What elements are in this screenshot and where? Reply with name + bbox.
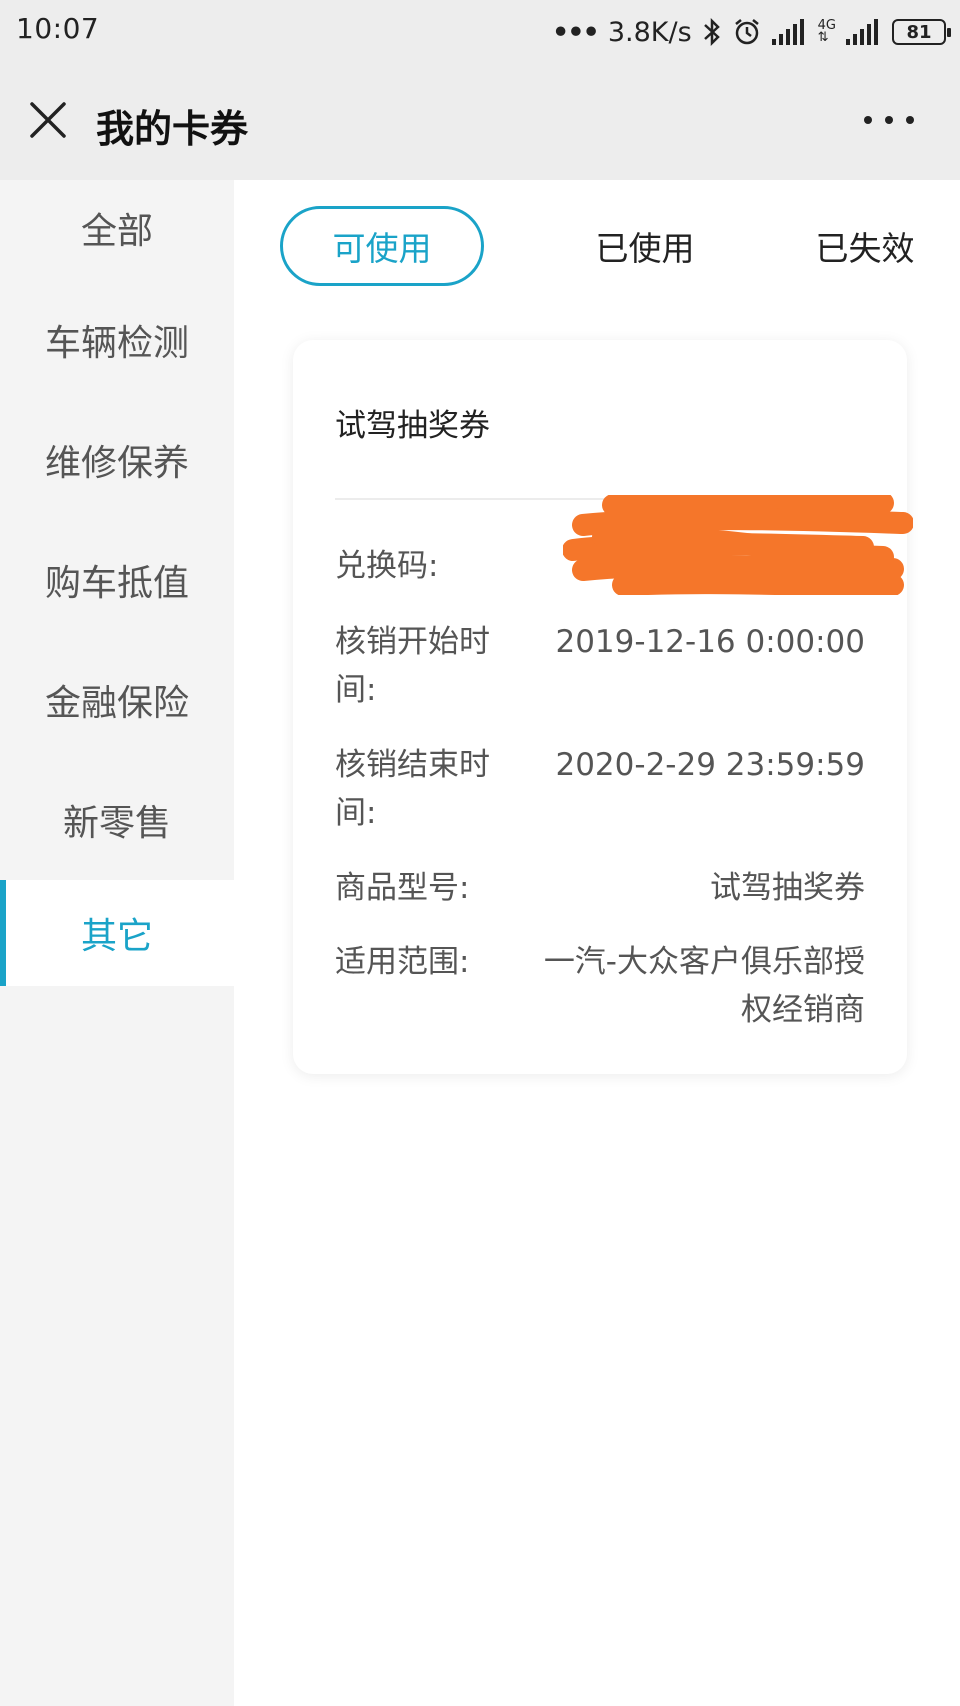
coupon-status-tabs: 可使用 已使用 已失效 [280, 206, 930, 286]
more-dot [885, 116, 893, 124]
sidebar-item-new-retail[interactable]: 新零售 [0, 760, 234, 880]
page-title: 我的卡券 [96, 107, 249, 151]
more-dot [906, 116, 914, 124]
title-bar: 我的卡券 [0, 62, 960, 180]
more-dot [864, 116, 872, 124]
cell-signal-icon-2 [846, 19, 878, 45]
cell-signal-icon [771, 19, 804, 45]
start-time-value: 2019-12-16 0:00:00 [555, 624, 865, 660]
sidebar-item-purchase-credit[interactable]: 购车抵值 [0, 520, 234, 640]
tab-expired[interactable]: 已失效 [780, 206, 950, 286]
tab-used[interactable]: 已使用 [560, 206, 730, 286]
sidebar-item-finance-insurance[interactable]: 金融保险 [0, 640, 234, 760]
close-icon[interactable] [28, 100, 68, 140]
data-arrows-icon: ⇅ [817, 30, 829, 45]
category-sidebar: 全部 车辆检测 维修保养 购车抵值 金融保险 新零售 其它 [0, 180, 234, 1706]
status-time: 10:07 [16, 12, 100, 45]
coupon-card[interactable]: 试驾抽奖券 兑换码: 核销开始时间: 2019-12-16 0:00:00 核销… [293, 340, 913, 1074]
signal-dots-icon: ••• [552, 16, 600, 48]
start-time-label: 核销开始时间: [335, 624, 490, 708]
sidebar-item-all[interactable]: 全部 [0, 180, 234, 280]
bluetooth-icon [703, 17, 720, 47]
battery-icon: 81 [892, 19, 951, 45]
product-model-value: 试驾抽奖券 [710, 870, 865, 906]
redeem-code-label: 兑换码: [335, 548, 439, 584]
sidebar-item-maintenance[interactable]: 维修保养 [0, 400, 234, 520]
status-bar: 10:07 ••• 3.8K/s 4G ⇅ 81 [0, 0, 960, 62]
coupon-title: 试驾抽奖券 [335, 408, 490, 444]
network-type-4g: 4G ⇅ [817, 18, 836, 45]
battery-level: 81 [906, 21, 932, 43]
more-options-button[interactable] [864, 108, 914, 132]
tab-available[interactable]: 可使用 [280, 206, 484, 286]
scope-value: 一汽-大众客户俱乐部授权经销商 [543, 944, 865, 1028]
network-speed: 3.8K/s [607, 16, 692, 48]
end-time-label: 核销结束时间: [335, 747, 490, 831]
status-icons: ••• 3.8K/s 4G ⇅ 81 [552, 12, 951, 52]
product-model-label: 商品型号: [335, 870, 470, 906]
alarm-icon [734, 19, 759, 45]
end-time-value: 2020-2-29 23:59:59 [555, 747, 865, 783]
sidebar-item-vehicle-inspection[interactable]: 车辆检测 [0, 280, 234, 400]
redaction-scribble [563, 495, 913, 595]
sidebar-item-other[interactable]: 其它 [0, 880, 234, 986]
scope-label: 适用范围: [335, 944, 470, 980]
